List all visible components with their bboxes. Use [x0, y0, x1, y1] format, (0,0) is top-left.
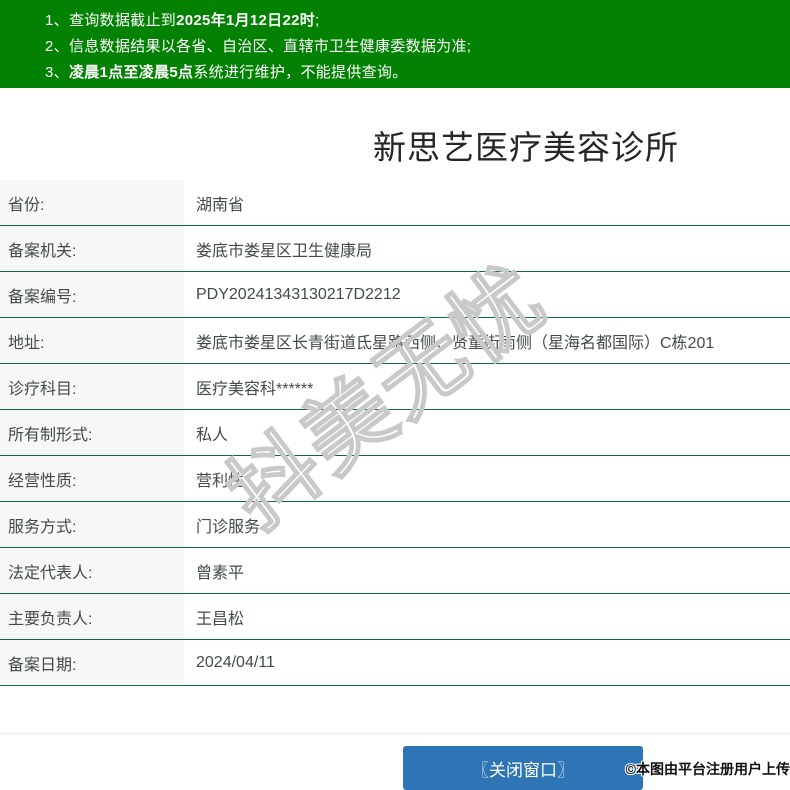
table-row-filing-number: 备案编号: PDY20241343130217D2212: [0, 272, 790, 318]
row-label: 所有制形式:: [0, 410, 184, 455]
table-row-business-nature: 经营性质: 营利性: [0, 456, 790, 502]
table-row-service-mode: 服务方式: 门诊服务: [0, 502, 790, 548]
table-row-filing-date: 备案日期: 2024/04/11: [0, 640, 790, 686]
row-value: 娄底市娄星区长青街道氐星路西侧、贤童街南侧（星海名都国际）C栋201: [196, 334, 715, 352]
clinic-title: 新思艺医疗美容诊所: [373, 129, 679, 166]
notice-banner: 1、查询数据截止到2025年1月12日22时; 2、信息数据结果以各省、自治区、…: [0, 0, 790, 88]
record-page: { "notice": { "items": [ { "num": "1、", …: [0, 0, 790, 790]
table-row-address: 地址: 娄底市娄星区长青街道氐星路西侧、贤童街南侧（星海名都国际）C栋201: [0, 318, 790, 364]
row-value: 营利性: [196, 472, 245, 490]
row-label: 服务方式:: [0, 502, 184, 547]
notice-2-text: 信息数据结果以各省、自治区、直辖市卫生健康委数据为准;: [68, 38, 472, 55]
notice-1-text: 查询数据截止到: [68, 12, 177, 29]
row-value: PDY20241343130217D2212: [196, 285, 401, 303]
row-label: 备案日期:: [0, 640, 184, 685]
table-row-ownership-form: 所有制形式: 私人: [0, 410, 790, 456]
row-value: 娄底市娄星区卫生健康局: [196, 242, 373, 260]
table-row-main-person-in-charge: 主要负责人: 王昌松: [0, 594, 790, 640]
notice-1-suffix: ;: [315, 12, 320, 29]
row-value: 私人: [196, 426, 229, 444]
row-label: 法定代表人:: [0, 548, 184, 593]
row-value: 医疗美容科******: [196, 380, 314, 398]
row-label: 备案机关:: [0, 226, 184, 271]
row-value: 湖南省: [196, 196, 245, 214]
notice-line-2: 2、信息数据结果以各省、自治区、直辖市卫生健康委数据为准;: [45, 34, 790, 60]
photo-credit-watermark: ©本图由平台注册用户上传: [625, 761, 790, 777]
notice-1-number: 1、: [45, 12, 69, 29]
row-label: 地址:: [0, 318, 184, 363]
row-value: 2024/04/11: [196, 653, 275, 671]
footer-divider: [0, 733, 790, 734]
row-value: 王昌松: [196, 610, 245, 628]
row-label: 备案编号:: [0, 272, 184, 317]
row-label: 诊疗科目:: [0, 364, 184, 409]
row-label: 主要负责人:: [0, 594, 184, 639]
table-row-medical-subjects: 诊疗科目: 医疗美容科******: [0, 364, 790, 410]
notice-line-1: 1、查询数据截止到2025年1月12日22时;: [45, 8, 790, 34]
notice-1-bold-text: 2025年1月12日22时: [176, 12, 316, 29]
notice-2-number: 2、: [45, 38, 69, 55]
record-table: 省份: 湖南省 备案机关: 娄底市娄星区卫生健康局 备案编号: PDY20241…: [0, 180, 790, 686]
row-value: 门诊服务: [196, 518, 261, 536]
table-row-legal-representative: 法定代表人: 曾素平: [0, 548, 790, 594]
row-label: 经营性质:: [0, 456, 184, 501]
table-row-filing-authority: 备案机关: 娄底市娄星区卫生健康局: [0, 226, 790, 272]
table-row-province: 省份: 湖南省: [0, 180, 790, 226]
row-value: 曾素平: [196, 564, 245, 582]
notice-line-3: 3、凌晨1点至凌晨5点系统进行维护，不能提供查询。: [45, 60, 790, 86]
notice-3-suffix: 系统进行维护，不能提供查询。: [193, 64, 408, 81]
close-window-button[interactable]: 〖关闭窗口〗: [403, 746, 643, 790]
row-label: 省份:: [0, 180, 184, 225]
notice-3-bold-text: 凌晨1点至凌晨5点: [68, 64, 194, 81]
notice-3-number: 3、: [45, 64, 69, 81]
